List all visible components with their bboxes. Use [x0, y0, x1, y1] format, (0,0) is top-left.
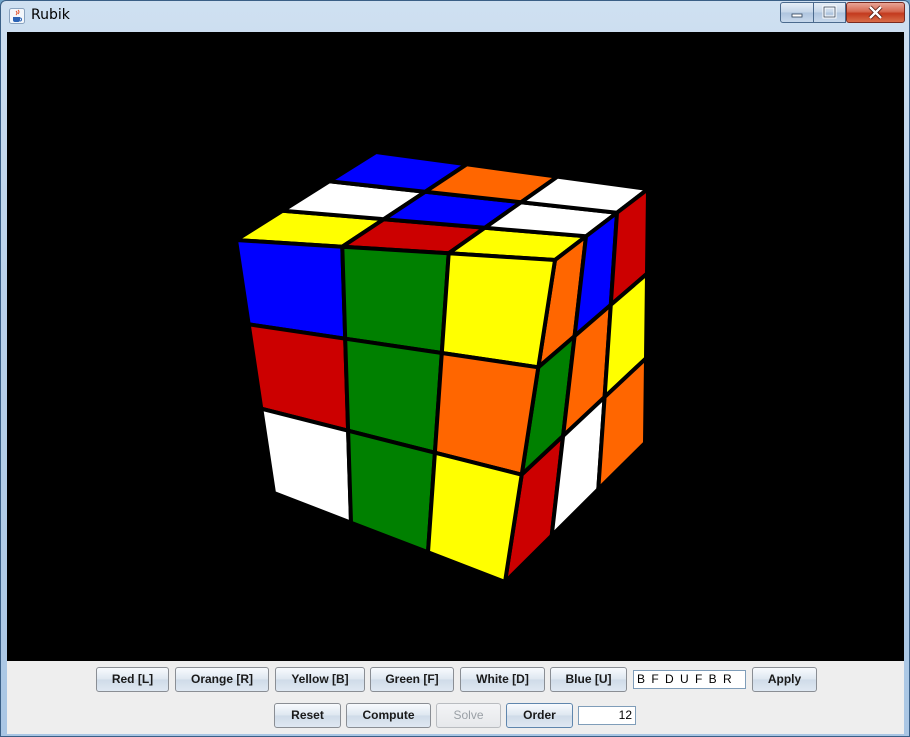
- rubiks-cube-3d[interactable]: [7, 32, 904, 661]
- window-title: Rubik: [31, 7, 70, 23]
- apply-button[interactable]: Apply: [752, 667, 817, 692]
- reset-button[interactable]: Reset: [274, 703, 341, 728]
- cubie-front-2-2: [426, 450, 524, 584]
- moves-input[interactable]: B F D U F B R: [633, 670, 746, 689]
- cube-canvas[interactable]: [7, 32, 904, 661]
- compute-button[interactable]: Compute: [346, 703, 431, 728]
- rotate-blue-button[interactable]: Blue [U]: [550, 667, 627, 692]
- order-field[interactable]: 12: [578, 706, 636, 725]
- rotate-red-button[interactable]: Red [L]: [96, 667, 169, 692]
- java-cup-icon: [9, 8, 25, 24]
- cubie-front-0-2: [439, 251, 557, 370]
- title-bar[interactable]: Rubik: [1, 1, 909, 31]
- maximize-button[interactable]: [813, 2, 846, 23]
- cubie-front-0-1: [340, 244, 451, 355]
- rotate-white-button[interactable]: White [D]: [460, 667, 545, 692]
- rotate-yellow-button[interactable]: Yellow [B]: [275, 667, 365, 692]
- app-window: Rubik Red [L] Orange [R] Yellow [B] Gree…: [0, 0, 910, 737]
- rotate-green-button[interactable]: Green [F]: [370, 667, 454, 692]
- cube-face-front[interactable]: [234, 238, 557, 584]
- rotate-orange-button[interactable]: Orange [R]: [175, 667, 269, 692]
- cubie-front-2-1: [346, 428, 437, 555]
- close-icon: [868, 5, 883, 20]
- solve-button[interactable]: Solve: [436, 703, 501, 728]
- control-panel: Red [L] Orange [R] Yellow [B] Green [F] …: [7, 661, 904, 734]
- maximize-icon: [822, 5, 837, 19]
- order-button[interactable]: Order: [506, 703, 573, 728]
- close-button[interactable]: [846, 2, 905, 23]
- minimize-button[interactable]: [780, 2, 814, 23]
- minimize-icon: [791, 13, 803, 18]
